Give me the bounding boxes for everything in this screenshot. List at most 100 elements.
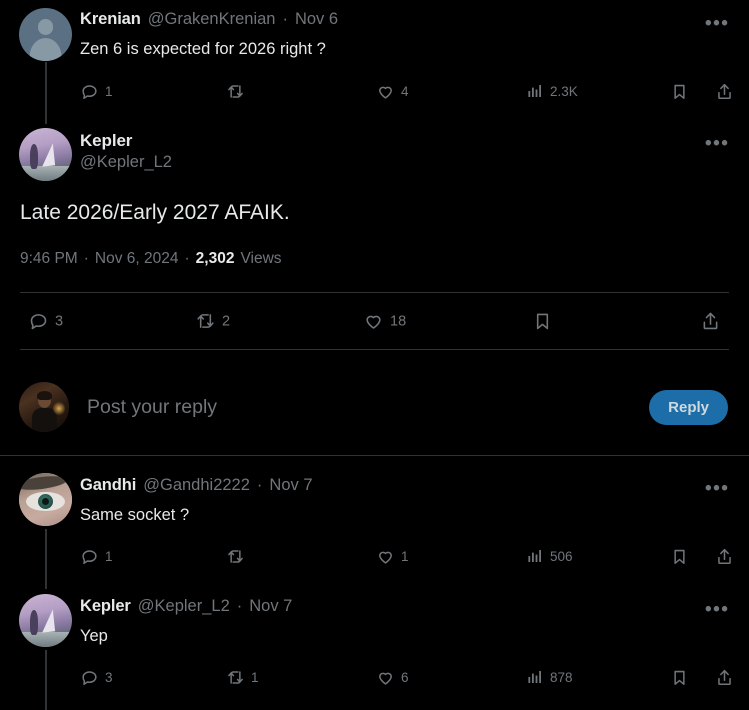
reply-count: 3	[55, 313, 64, 330]
views-value: 2,302	[195, 250, 235, 267]
share-icon	[703, 312, 718, 330]
views-button[interactable]: 2.3K	[526, 82, 578, 100]
reply-icon	[82, 84, 97, 99]
share-button[interactable]	[715, 547, 734, 566]
bookmark-icon	[674, 84, 685, 99]
like-button[interactable]: 6	[376, 668, 409, 687]
avatar[interactable]	[19, 594, 72, 647]
author-handle[interactable]: @Kepler_L2	[138, 597, 230, 616]
author-handle[interactable]: @Kepler_L2	[80, 152, 172, 173]
author-handle[interactable]: @Gandhi2222	[143, 476, 250, 495]
reply-header: Kepler @Kepler_L2 · Nov 7	[80, 597, 292, 616]
reply-composer[interactable]: Post your reply Reply	[0, 360, 749, 454]
share-icon	[718, 548, 731, 564]
share-button[interactable]	[700, 311, 721, 332]
like-button[interactable]: 18	[363, 311, 406, 332]
like-icon	[379, 672, 392, 685]
kepler-avatar	[19, 166, 72, 181]
tweet-text: Yep	[80, 627, 108, 645]
more-options-icon[interactable]: •••	[705, 134, 729, 153]
author-name[interactable]: Krenian	[80, 10, 141, 29]
current-user-avatar-light	[53, 401, 65, 416]
reply-submit-button[interactable]: Reply	[649, 389, 728, 425]
more-options-icon[interactable]: •••	[705, 479, 729, 498]
author-name[interactable]: Kepler	[80, 130, 172, 151]
more-options-icon[interactable]: •••	[705, 600, 729, 619]
like-button[interactable]: 1	[376, 547, 409, 566]
current-user-avatar-hair	[37, 390, 52, 400]
views-label: Views	[240, 250, 282, 267]
bookmark-button[interactable]	[670, 668, 689, 687]
current-user-avatar[interactable]	[19, 382, 69, 432]
share-button[interactable]	[715, 668, 734, 687]
like-count: 6	[401, 670, 409, 686]
views-button[interactable]: 506	[526, 547, 573, 565]
repost-icon	[228, 670, 243, 684]
thread-connector-line	[45, 62, 47, 124]
bookmark-button[interactable]	[670, 547, 689, 566]
tweet-actions: 3 1 6 878	[80, 664, 731, 690]
repost-icon	[228, 84, 243, 98]
avatar[interactable]	[19, 8, 72, 61]
author-name[interactable]: Gandhi	[80, 476, 136, 495]
repost-button[interactable]: 2	[195, 311, 230, 332]
tweet-date: Nov 6, 2024	[94, 250, 179, 267]
like-icon	[379, 551, 392, 564]
repost-button[interactable]: 1	[226, 668, 259, 687]
repost-count: 1	[251, 670, 259, 686]
main-tweet-text: Late 2026/Early 2027 AFAIK.	[20, 201, 290, 224]
timestamp-row: 9:46 PM · Nov 6, 2024 · 2,302 Views	[20, 250, 282, 268]
share-icon	[718, 83, 731, 99]
share-button[interactable]	[715, 82, 734, 101]
bookmark-button[interactable]	[670, 82, 689, 101]
default-avatar-icon	[37, 19, 54, 36]
views-button[interactable]: 878	[526, 668, 573, 686]
like-button[interactable]: 4	[376, 82, 409, 101]
kepler-avatar-sail	[40, 143, 56, 167]
bookmark-icon	[674, 670, 685, 685]
main-tweet-header: Kepler @Kepler_L2	[80, 130, 172, 174]
analytics-icon	[528, 671, 541, 683]
reply-button[interactable]: 1	[80, 82, 113, 101]
bookmark-icon	[674, 549, 685, 564]
more-options-icon[interactable]: •••	[705, 14, 729, 33]
like-count: 1	[401, 549, 409, 565]
bookmark-icon	[536, 313, 549, 330]
reply-button[interactable]: 3	[80, 668, 113, 687]
tweet-header: Krenian @GrakenKrenian · Nov 6	[80, 10, 338, 29]
separator-dot: ·	[282, 10, 288, 28]
separator-dot-1: ·	[83, 250, 89, 267]
author-handle[interactable]: @GrakenKrenian	[148, 10, 276, 29]
analytics-icon	[528, 85, 541, 97]
default-avatar-body	[29, 37, 62, 61]
kepler-avatar	[19, 632, 72, 647]
author-name[interactable]: Kepler	[80, 597, 131, 616]
reply-icon	[82, 670, 97, 685]
section-divider	[0, 455, 749, 456]
bookmark-button[interactable]	[532, 311, 553, 332]
avatar[interactable]	[19, 128, 72, 181]
tweet-text: Same socket ?	[80, 506, 190, 524]
separator-dot: ·	[236, 597, 243, 615]
tweet-date[interactable]: Nov 7	[249, 597, 292, 616]
tweet-time: 9:46 PM	[20, 250, 78, 267]
reply-button[interactable]: 1	[80, 547, 113, 566]
tweet-thread-page: Krenian @GrakenKrenian · Nov 6 Zen 6 is …	[0, 0, 749, 710]
thread-connector-line	[45, 529, 47, 589]
tweet-date[interactable]: Nov 6	[295, 10, 338, 29]
separator-dot: ·	[256, 476, 263, 494]
repost-icon	[197, 314, 214, 328]
tweet-text: Zen 6 is expected for 2026 right ?	[80, 40, 326, 58]
view-count: 506	[550, 549, 573, 565]
tweet-date[interactable]: Nov 7	[269, 476, 312, 495]
avatar[interactable]	[19, 473, 72, 526]
share-icon	[718, 669, 731, 685]
reply-count: 1	[105, 84, 113, 100]
reply-count: 3	[105, 670, 113, 686]
reply-icon	[30, 314, 47, 330]
repost-button[interactable]	[226, 82, 251, 101]
tweet-actions: 1 1 506	[80, 543, 731, 569]
reply-button[interactable]: 3	[28, 311, 63, 332]
reply-input[interactable]: Post your reply	[87, 396, 649, 419]
repost-button[interactable]	[226, 547, 251, 566]
